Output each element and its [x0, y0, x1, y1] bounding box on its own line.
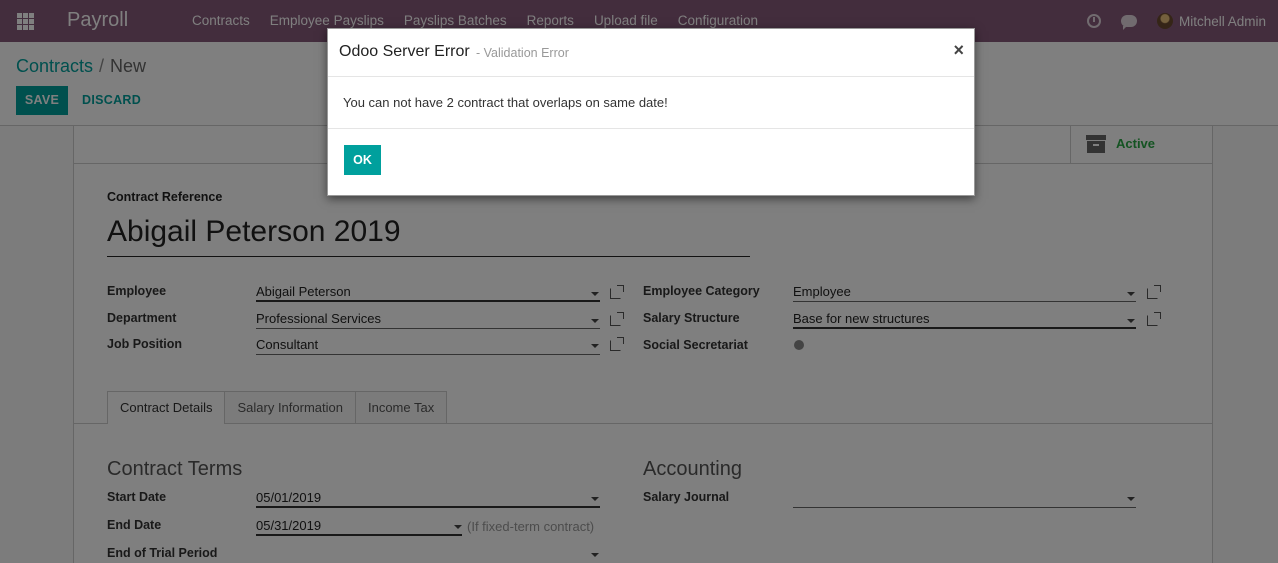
server-error-dialog: Odoo Server Error - Validation Error × Y… — [327, 28, 975, 196]
dialog-message: You can not have 2 contract that overlap… — [343, 95, 668, 110]
dialog-footer-divider — [328, 128, 974, 129]
dialog-title: Odoo Server Error — [339, 43, 470, 60]
ok-button[interactable]: OK — [344, 145, 381, 175]
close-icon[interactable]: × — [953, 40, 964, 60]
dialog-header: Odoo Server Error - Validation Error × — [328, 29, 974, 77]
dialog-subtitle: - Validation Error — [476, 46, 569, 60]
